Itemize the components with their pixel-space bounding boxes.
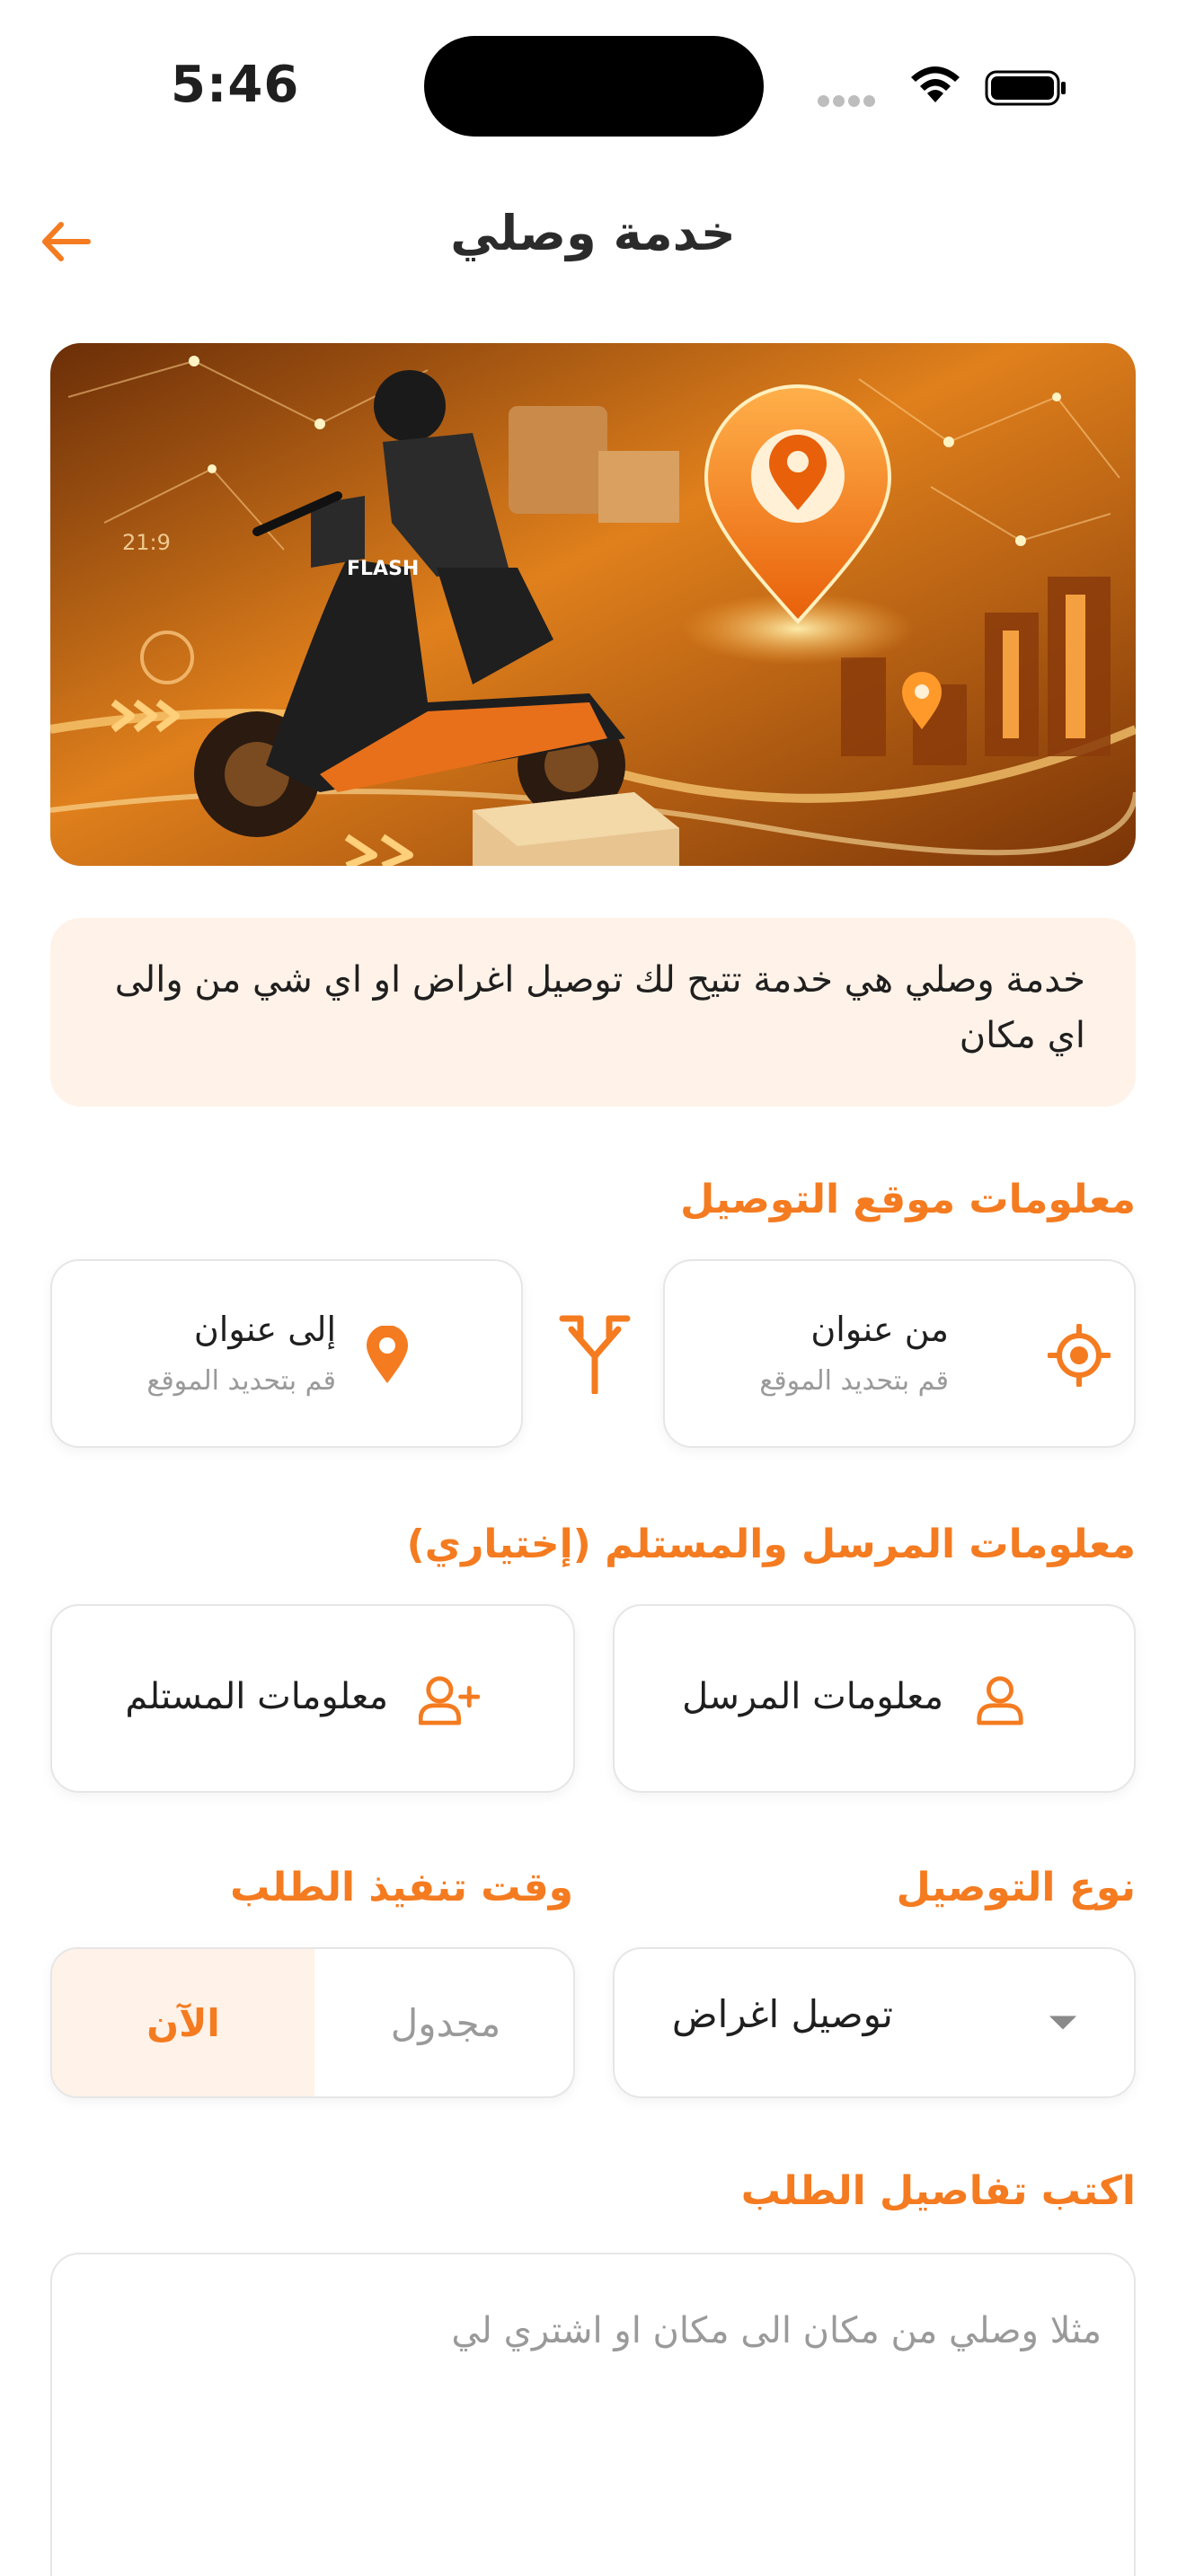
to-address-card[interactable]: إلى عنوان قم بتحديد الموقع: [50, 1259, 523, 1448]
route-swap-icon[interactable]: [559, 1313, 631, 1394]
to-address-label: إلى عنوان: [193, 1310, 336, 1349]
wifi-icon: [911, 66, 960, 102]
service-info-box: خدمة وصلي هي خدمة تتيح لك توصيل اغراض او…: [50, 918, 1136, 1107]
sender-info-card[interactable]: معلومات المرسل: [613, 1604, 1136, 1793]
battery-icon: [985, 70, 1066, 106]
header: خدمة وصلي: [0, 189, 1186, 287]
status-icons: [818, 61, 1078, 115]
delivery-type-title: نوع التوصيل: [896, 1865, 1136, 1910]
dynamic-island: [424, 36, 764, 137]
delivery-type-value: توصيل اغراض: [671, 1992, 893, 2036]
cellular-signal-icon: [818, 93, 881, 107]
map-pin-icon: [367, 1326, 408, 1383]
time-option-scheduled[interactable]: مجدول: [314, 1949, 573, 2096]
from-address-label: من عنوان: [810, 1310, 949, 1349]
order-details-title: اكتب تفاصيل الطلب: [740, 2168, 1136, 2214]
sender-info-label: معلومات المرسل: [682, 1676, 943, 1717]
crosshair-location-icon: [1048, 1324, 1111, 1387]
delivery-banner-image: FLASH 21:9: [50, 343, 1136, 866]
execution-time-toggle: الآن مجدول: [50, 1947, 575, 2098]
status-bar: 5:46: [0, 0, 1186, 171]
svg-text:FLASH: FLASH: [347, 558, 419, 580]
from-address-card[interactable]: من عنوان قم بتحديد الموقع: [663, 1259, 1136, 1448]
add-user-icon: [419, 1676, 480, 1725]
svg-text:21:9: 21:9: [122, 530, 171, 555]
receiver-info-card[interactable]: معلومات المستلم: [50, 1604, 575, 1793]
location-section-title: معلومات موقع التوصيل: [680, 1177, 1136, 1222]
from-address-hint: قم بتحديد الموقع: [759, 1365, 949, 1397]
chevron-down-icon: [1049, 2016, 1077, 2030]
status-time: 5:46: [171, 56, 300, 114]
order-details-placeholder: مثلا وصلي من مكان الى مكان او اشتري لي: [451, 2310, 1102, 2351]
receiver-info-label: معلومات المستلم: [125, 1676, 388, 1717]
parties-section-title: معلومات المرسل والمستلم (إختياري): [406, 1522, 1136, 1567]
to-address-hint: قم بتحديد الموقع: [146, 1365, 336, 1397]
execution-time-title: وقت تنفيذ الطلب: [230, 1865, 573, 1910]
page-title: خدمة وصلي: [450, 205, 736, 261]
time-option-now[interactable]: الآن: [52, 1949, 314, 2096]
user-icon: [977, 1676, 1023, 1725]
order-details-textarea[interactable]: مثلا وصلي من مكان الى مكان او اشتري لي: [50, 2253, 1136, 2576]
